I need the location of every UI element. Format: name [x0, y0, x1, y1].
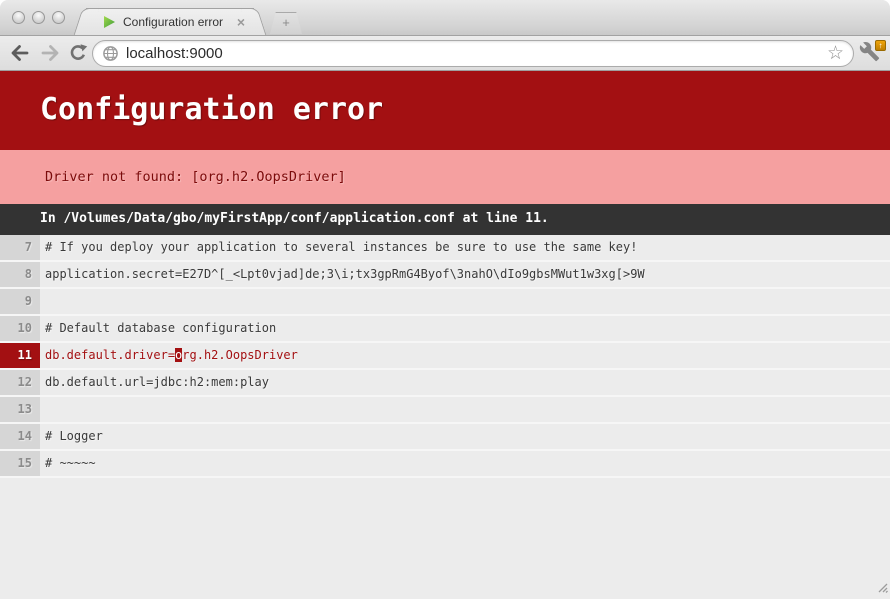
- code-line: 12db.default.url=jdbc:h2:mem:play: [0, 370, 890, 397]
- window-controls: [12, 11, 65, 24]
- code-line: 13: [0, 397, 890, 424]
- new-tab-button[interactable]: +: [270, 12, 302, 34]
- forward-arrow-icon: [40, 44, 60, 62]
- code-line: 10# Default database configuration: [0, 316, 890, 343]
- back-arrow-icon: [10, 44, 30, 62]
- reload-icon: [68, 43, 88, 63]
- line-code: # If you deploy your application to seve…: [40, 235, 637, 260]
- line-code: application.secret=E27D^[_<Lpt0vjad]de;3…: [40, 262, 645, 287]
- minimize-window-button[interactable]: [32, 11, 45, 24]
- back-button[interactable]: [8, 41, 32, 65]
- resize-grip[interactable]: [875, 578, 888, 597]
- tab-title: Configuration error: [123, 15, 234, 29]
- tab-configuration-error[interactable]: Configuration error ×: [86, 8, 254, 35]
- error-location: In /Volumes/Data/gbo/myFirstApp/conf/app…: [0, 204, 890, 235]
- code-line-error: 11db.default.driver=org.h2.OopsDriver: [0, 343, 890, 370]
- line-code: # Default database configuration: [40, 316, 276, 341]
- line-number: 10: [0, 316, 40, 341]
- url-text[interactable]: localhost:9000: [126, 45, 827, 62]
- code-line: 8application.secret=E27D^[_<Lpt0vjad]de;…: [0, 262, 890, 289]
- page-content: Configuration error Driver not found: [o…: [0, 71, 890, 599]
- reload-button[interactable]: [66, 41, 90, 65]
- tab-strip: Configuration error × +: [0, 0, 890, 36]
- line-code: [40, 397, 45, 422]
- browser-window: Configuration error × +: [0, 0, 890, 599]
- browser-toolbar: localhost:9000 ☆ ↑: [0, 36, 890, 71]
- menu-wrench-button[interactable]: ↑: [859, 41, 885, 65]
- code-line: 14# Logger: [0, 424, 890, 451]
- bookmark-star-icon[interactable]: ☆: [827, 44, 844, 63]
- code-line: 9: [0, 289, 890, 316]
- code-listing: 7# If you deploy your application to sev…: [0, 235, 890, 478]
- line-code: db.default.driver=org.h2.OopsDriver: [40, 343, 298, 368]
- line-code: # ~~~~~: [40, 451, 96, 476]
- line-number: 15: [0, 451, 40, 476]
- update-badge-icon: ↑: [875, 40, 886, 51]
- error-detail: Driver not found: [org.h2.OopsDriver]: [0, 150, 890, 204]
- line-number: 9: [0, 289, 40, 314]
- play-favicon-icon: [102, 15, 116, 29]
- line-number: 12: [0, 370, 40, 395]
- globe-icon: [102, 45, 119, 62]
- line-code: db.default.url=jdbc:h2:mem:play: [40, 370, 269, 395]
- line-number: 14: [0, 424, 40, 449]
- line-number: 7: [0, 235, 40, 260]
- line-number: 11: [0, 343, 40, 368]
- close-window-button[interactable]: [12, 11, 25, 24]
- code-line: 7# If you deploy your application to sev…: [0, 235, 890, 262]
- line-code: # Logger: [40, 424, 103, 449]
- address-bar[interactable]: localhost:9000 ☆: [92, 40, 854, 67]
- page-title: Configuration error: [0, 71, 890, 150]
- zoom-window-button[interactable]: [52, 11, 65, 24]
- line-code: [40, 289, 45, 314]
- code-line: 15# ~~~~~: [0, 451, 890, 478]
- tab-close-icon[interactable]: ×: [234, 15, 248, 29]
- line-number: 8: [0, 262, 40, 287]
- line-number: 13: [0, 397, 40, 422]
- forward-button[interactable]: [38, 41, 62, 65]
